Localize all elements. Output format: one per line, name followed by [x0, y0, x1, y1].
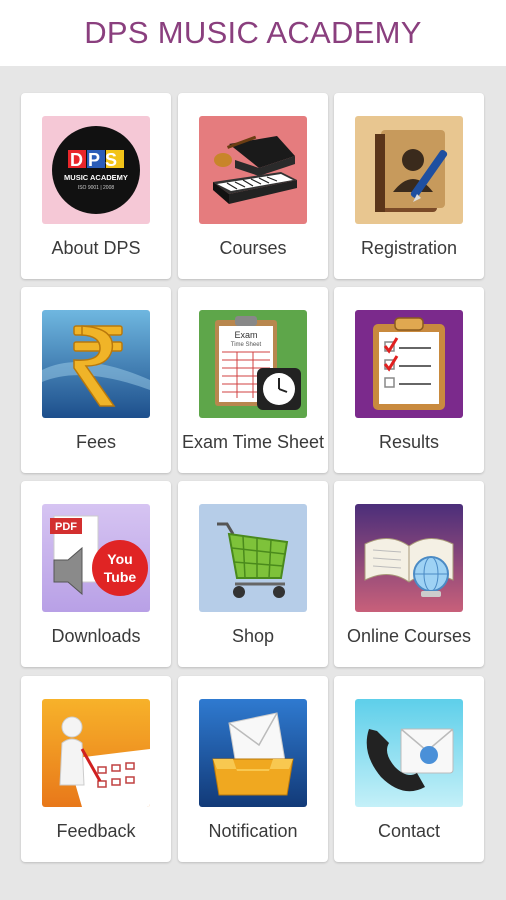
tile-label: Feedback: [56, 821, 136, 841]
pdf-label: PDF: [55, 521, 77, 533]
book-globe-icon: [355, 504, 463, 612]
tile-label: Contact: [377, 821, 441, 841]
tile-exam-time-sheet[interactable]: Exam Time Sheet Exam Time Sheet: [178, 287, 328, 473]
tile-label: About DPS: [51, 238, 141, 258]
tile-label: Downloads: [51, 626, 141, 646]
tile-fees[interactable]: Fees: [21, 287, 171, 473]
exam-sheet-title: Exam: [234, 330, 257, 340]
piano-guitar-icon: [199, 116, 307, 224]
exam-sheet-subtitle: Time Sheet: [231, 342, 262, 348]
tile-contact[interactable]: Contact: [334, 676, 484, 862]
phone-mail-icon: [355, 699, 463, 807]
shopping-cart-icon: [199, 504, 307, 612]
tile-results[interactable]: Results: [334, 287, 484, 473]
tile-feedback[interactable]: Feedback: [21, 676, 171, 862]
youtube-tube-label: Tube: [104, 569, 137, 585]
youtube-you-label: You: [107, 551, 132, 567]
dps-logo-subtext: MUSIC ACADEMY: [64, 173, 128, 182]
pdf-youtube-icon: PDF You Tube: [42, 504, 150, 612]
tile-online-courses[interactable]: Online Courses: [334, 481, 484, 667]
exam-clipboard-clock-icon: Exam Time Sheet: [199, 310, 307, 418]
envelope-inbox-icon: [199, 699, 307, 807]
dps-logo-tagline: ISO 9001 | 2008: [78, 185, 115, 191]
tile-label: Results: [378, 432, 440, 452]
menu-grid: DPS MUSIC ACADEMY ISO 9001 | 2008 About …: [0, 66, 506, 900]
tile-label: Fees: [75, 432, 117, 452]
checklist-clipboard-icon: [355, 310, 463, 418]
tile-label: Registration: [360, 238, 458, 258]
app-header: DPS MUSIC ACADEMY: [0, 0, 506, 66]
tile-label: Notification: [208, 821, 298, 841]
tile-label: Shop: [231, 626, 275, 646]
tile-about-dps[interactable]: DPS MUSIC ACADEMY ISO 9001 | 2008 About …: [21, 93, 171, 279]
dps-logo-text: DPS: [70, 150, 122, 170]
tile-shop[interactable]: Shop: [178, 481, 328, 667]
tile-label: Exam Time Sheet: [181, 432, 325, 452]
app-title: DPS MUSIC ACADEMY: [84, 15, 422, 50]
tile-label: Online Courses: [346, 626, 472, 646]
tile-downloads[interactable]: PDF You Tube Downloads: [21, 481, 171, 667]
dps-logo-icon: DPS MUSIC ACADEMY ISO 9001 | 2008: [42, 116, 150, 224]
feedback-form-icon: [42, 699, 150, 807]
tile-courses[interactable]: Courses: [178, 93, 328, 279]
tile-registration[interactable]: Registration: [334, 93, 484, 279]
rupee-icon: [42, 310, 150, 418]
address-book-icon: [355, 116, 463, 224]
tile-label: Courses: [219, 238, 287, 258]
tile-notification[interactable]: Notification: [178, 676, 328, 862]
